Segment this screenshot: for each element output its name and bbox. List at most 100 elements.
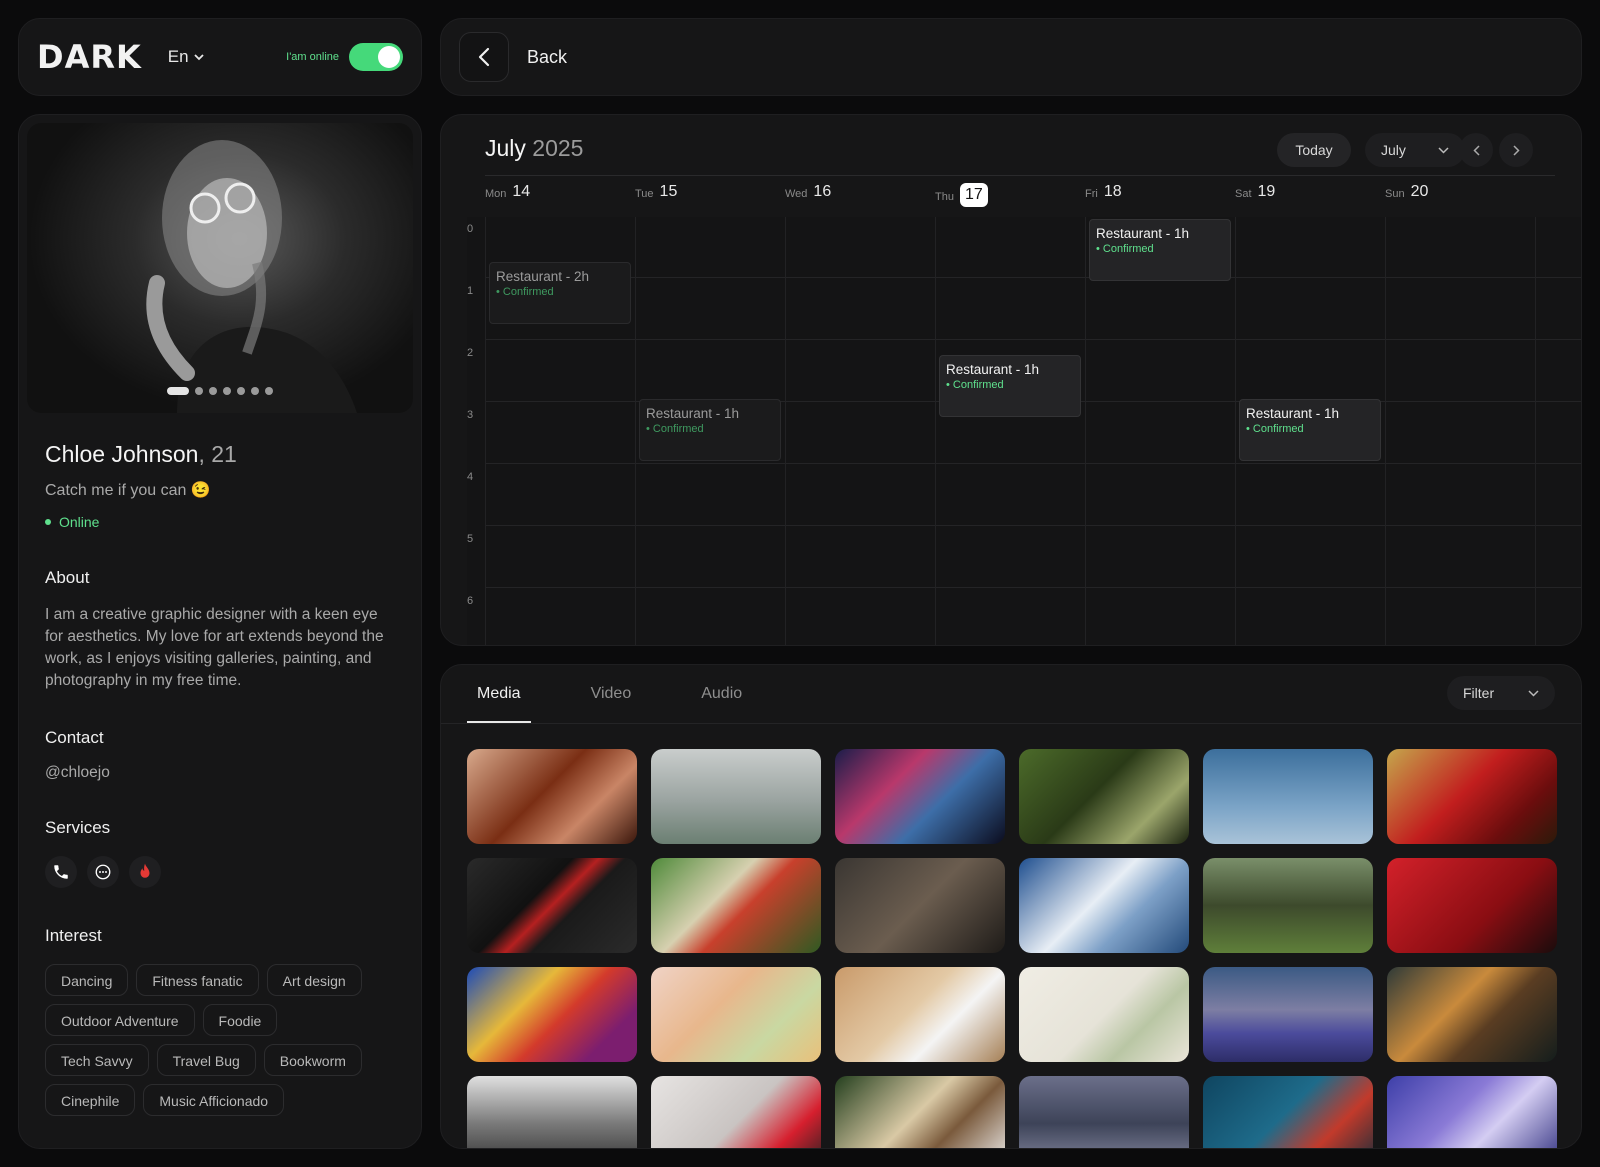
interest-tag[interactable]: Music Afficionado xyxy=(143,1084,285,1116)
hour-gridline xyxy=(485,587,1581,588)
interest-tag[interactable]: Travel Bug xyxy=(156,1044,256,1076)
event-title: Restaurant - 1h xyxy=(1246,405,1340,421)
day-header[interactable]: Tue 15 xyxy=(635,183,677,201)
interest-tag[interactable]: Tech Savvy xyxy=(45,1044,149,1076)
media-thumbnail[interactable] xyxy=(651,1076,821,1148)
filter-select[interactable]: Filter xyxy=(1447,676,1555,710)
about-heading: About xyxy=(45,568,90,587)
calendar-event[interactable]: Restaurant - 1h • Confirmed xyxy=(939,355,1081,418)
flame-service-button[interactable] xyxy=(129,856,161,888)
media-thumbnail[interactable] xyxy=(651,858,821,953)
interest-tag[interactable]: Fitness fanatic xyxy=(136,964,259,996)
carousel-dot[interactable] xyxy=(195,387,203,395)
media-thumbnail[interactable] xyxy=(1387,749,1557,844)
day-gridline xyxy=(1235,217,1236,645)
media-thumbnail[interactable] xyxy=(835,1076,1005,1148)
media-thumbnail[interactable] xyxy=(467,749,637,844)
media-thumbnail[interactable] xyxy=(467,1076,637,1148)
event-title: Restaurant - 1h xyxy=(946,362,1040,378)
chat-service-button[interactable] xyxy=(87,856,119,888)
month-select[interactable]: July xyxy=(1365,133,1465,167)
media-thumbnail[interactable] xyxy=(835,967,1005,1062)
logo[interactable]: DARK xyxy=(37,38,142,76)
day-gridline xyxy=(635,217,636,645)
carousel-dots xyxy=(27,387,413,395)
day-name: Wed xyxy=(785,188,808,200)
interest-tag[interactable]: Bookworm xyxy=(263,1044,362,1076)
media-thumbnail[interactable] xyxy=(1203,749,1373,844)
day-gridline xyxy=(935,217,936,645)
calendar-panel: July 2025 Today July Mon 14 Tue 15 Wed 16 Thu 1… xyxy=(440,114,1582,646)
carousel-dot[interactable] xyxy=(251,387,259,395)
media-thumbnail[interactable] xyxy=(1203,858,1373,953)
carousel-dot[interactable] xyxy=(167,387,189,395)
contact-handle[interactable]: @chloejo xyxy=(45,764,395,782)
day-gridline xyxy=(485,217,486,645)
event-status: • Confirmed xyxy=(1096,243,1154,255)
prev-week-button[interactable] xyxy=(1459,133,1493,167)
back-button[interactable] xyxy=(459,32,509,82)
carousel-dot[interactable] xyxy=(237,387,245,395)
calendar-event[interactable]: Restaurant - 1h • Confirmed xyxy=(1089,219,1231,281)
chevron-down-icon xyxy=(1528,689,1539,697)
media-thumbnail[interactable] xyxy=(1019,967,1189,1062)
media-thumbnail[interactable] xyxy=(1387,858,1557,953)
calendar-event[interactable]: Restaurant - 1h • Confirmed xyxy=(639,398,781,461)
media-thumbnail[interactable] xyxy=(1019,749,1189,844)
carousel-dot[interactable] xyxy=(223,387,231,395)
media-thumbnail[interactable] xyxy=(1203,967,1373,1062)
interest-tag[interactable]: Cinephile xyxy=(45,1084,136,1116)
day-header[interactable]: Sun 20 xyxy=(1385,183,1428,201)
hour-gridline xyxy=(485,339,1581,340)
media-thumbnail[interactable] xyxy=(835,749,1005,844)
hour-gridline xyxy=(485,463,1581,464)
day-name: Mon xyxy=(485,188,507,200)
online-toggle[interactable] xyxy=(349,43,403,71)
event-title: Restaurant - 1h xyxy=(1096,226,1190,241)
profile-photo[interactable] xyxy=(27,123,413,413)
media-thumbnail[interactable] xyxy=(651,967,821,1062)
calendar-event[interactable]: Restaurant - 1h • Confirmed xyxy=(1239,398,1381,461)
day-name: Thu xyxy=(935,191,954,203)
today-button[interactable]: Today xyxy=(1277,133,1351,167)
online-status: Online xyxy=(45,514,395,530)
media-thumbnail[interactable] xyxy=(467,967,637,1062)
media-thumbnail[interactable] xyxy=(467,858,637,953)
back-label[interactable]: Back xyxy=(527,47,567,68)
month-text: July xyxy=(485,135,526,161)
interest-tag[interactable]: Dancing xyxy=(45,964,129,996)
tab-media[interactable]: Media xyxy=(467,665,531,723)
interest-tag[interactable]: Foodie xyxy=(202,1004,278,1036)
name-text: Chloe Johnson xyxy=(45,441,199,467)
tab-video[interactable]: Video xyxy=(581,665,642,723)
media-thumbnail[interactable] xyxy=(1019,1076,1189,1148)
media-thumbnail[interactable] xyxy=(651,749,821,844)
media-thumbnail[interactable] xyxy=(1019,858,1189,953)
interest-tag[interactable]: Art design xyxy=(266,964,362,996)
carousel-dot[interactable] xyxy=(209,387,217,395)
media-thumbnail[interactable] xyxy=(1387,1076,1557,1148)
event-status: • Confirmed xyxy=(1246,422,1304,435)
day-header[interactable]: Mon 14 xyxy=(485,183,530,201)
media-thumbnail[interactable] xyxy=(1387,967,1557,1062)
profile-panel: Chloe Johnson, 21 Catch me if you can 😉 … xyxy=(18,114,422,1149)
hour-gridline xyxy=(485,525,1581,526)
day-header[interactable]: Wed 16 xyxy=(785,183,831,201)
day-header[interactable]: Fri 18 xyxy=(1085,183,1122,201)
age-text: , 21 xyxy=(198,441,237,467)
media-thumbnail[interactable] xyxy=(835,858,1005,953)
day-header[interactable]: Thu 17 xyxy=(935,183,988,207)
day-header[interactable]: Sat 19 xyxy=(1235,183,1275,201)
carousel-dot[interactable] xyxy=(265,387,273,395)
calendar-event[interactable]: Restaurant - 2h • Confirmed xyxy=(489,262,631,325)
interest-tag[interactable]: Outdoor Adventure xyxy=(45,1004,195,1036)
day-gridline xyxy=(1535,217,1536,645)
language-select[interactable]: En xyxy=(168,47,204,67)
services-heading: Services xyxy=(45,818,111,837)
phone-service-button[interactable] xyxy=(45,856,77,888)
profile-portrait-image xyxy=(146,140,357,413)
top-bar: Back xyxy=(440,18,1582,96)
media-thumbnail[interactable] xyxy=(1203,1076,1373,1148)
next-week-button[interactable] xyxy=(1499,133,1533,167)
tab-audio[interactable]: Audio xyxy=(691,665,752,723)
